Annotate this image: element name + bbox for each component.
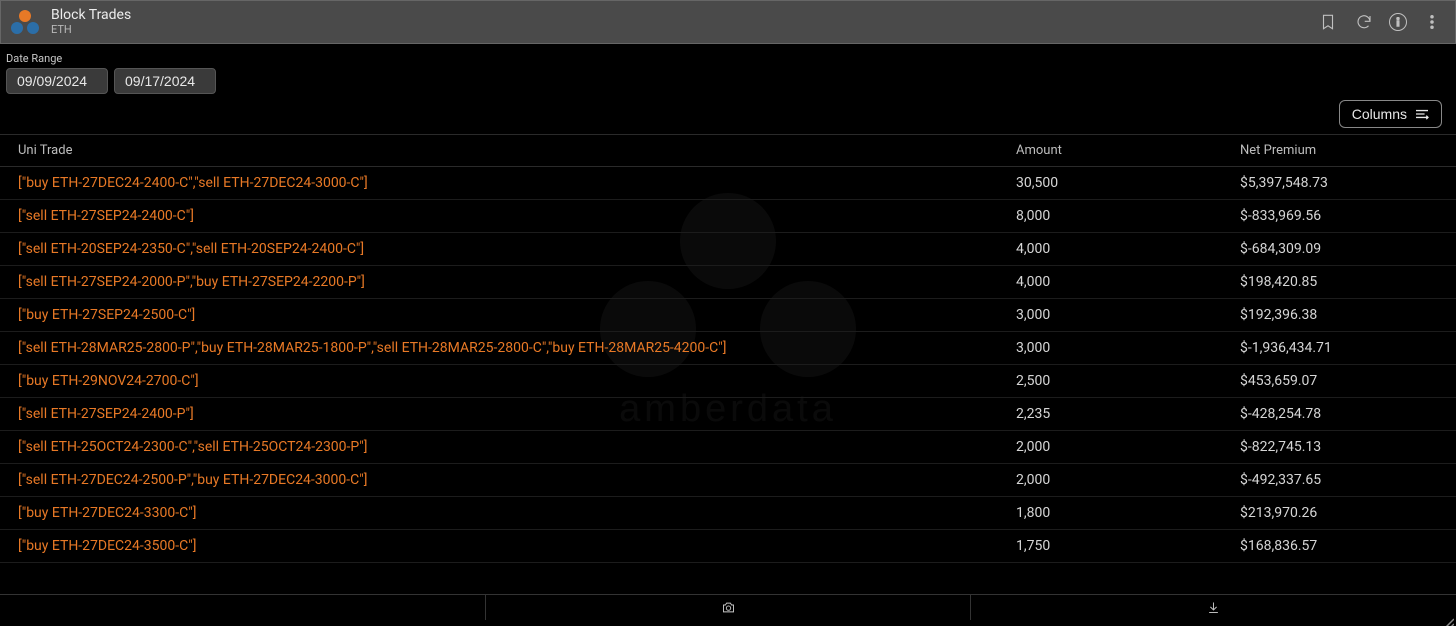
cell-uni-trade: ["sell ETH-27SEP24-2000-P","buy ETH-27SE…	[18, 274, 1016, 290]
cell-uni-trade: ["buy ETH-29NOV24-2700-C"]	[18, 373, 1016, 389]
cell-amount: 3,000	[1016, 340, 1240, 356]
bookmark-icon[interactable]	[1317, 11, 1339, 33]
cell-amount: 2,235	[1016, 406, 1240, 422]
header-bar: Block Trades ETH	[0, 0, 1456, 44]
cell-net-premium: $213,970.26	[1240, 505, 1438, 521]
trades-table: Uni Trade Amount Net Premium ["buy ETH-2…	[0, 134, 1456, 563]
cell-uni-trade: ["buy ETH-27DEC24-3300-C"]	[18, 505, 1016, 521]
cell-net-premium: $-684,309.09	[1240, 241, 1438, 257]
page-subtitle: ETH	[51, 24, 131, 36]
refresh-icon[interactable]	[1353, 11, 1375, 33]
cell-uni-trade: ["sell ETH-28MAR25-2800-P","buy ETH-28MA…	[18, 340, 1016, 356]
download-icon	[1206, 600, 1221, 615]
col-header-amount[interactable]: Amount	[1016, 143, 1240, 158]
cell-net-premium: $192,396.38	[1240, 307, 1438, 323]
date-range-label: Date Range	[6, 52, 1450, 65]
cell-net-premium: $-1,936,434.71	[1240, 340, 1438, 356]
columns-button-label: Columns	[1352, 106, 1407, 122]
cell-amount: 2,000	[1016, 439, 1240, 455]
cell-net-premium: $-833,969.56	[1240, 208, 1438, 224]
cell-amount: 8,000	[1016, 208, 1240, 224]
col-header-net-premium[interactable]: Net Premium	[1240, 143, 1438, 158]
cell-uni-trade: ["sell ETH-27DEC24-2500-P","buy ETH-27DE…	[18, 472, 1016, 488]
camera-icon	[721, 600, 736, 615]
table-header-row: Uni Trade Amount Net Premium	[0, 134, 1456, 167]
cell-uni-trade: ["buy ETH-27DEC24-2400-C","sell ETH-27DE…	[18, 175, 1016, 191]
columns-button[interactable]: Columns	[1339, 100, 1442, 128]
page-title: Block Trades	[51, 8, 131, 23]
cell-net-premium: $198,420.85	[1240, 274, 1438, 290]
table-row[interactable]: ["sell ETH-25OCT24-2300-C","sell ETH-25O…	[0, 431, 1456, 464]
download-button[interactable]	[971, 595, 1456, 620]
bottom-toolbar	[0, 594, 1456, 620]
cell-net-premium: $168,836.57	[1240, 538, 1438, 554]
col-header-uni-trade[interactable]: Uni Trade	[18, 143, 1016, 158]
table-row[interactable]: ["buy ETH-29NOV24-2700-C"]2,500$453,659.…	[0, 365, 1456, 398]
cell-amount: 1,800	[1016, 505, 1240, 521]
cell-net-premium: $-822,745.13	[1240, 439, 1438, 455]
cell-amount: 30,500	[1016, 175, 1240, 191]
cell-net-premium: $-492,337.65	[1240, 472, 1438, 488]
cell-amount: 4,000	[1016, 241, 1240, 257]
date-from-input[interactable]	[6, 68, 108, 94]
table-row[interactable]: ["buy ETH-27DEC24-3300-C"]1,800$213,970.…	[0, 497, 1456, 530]
cell-uni-trade: ["sell ETH-25OCT24-2300-C","sell ETH-25O…	[18, 439, 1016, 455]
table-row[interactable]: ["sell ETH-28MAR25-2800-P","buy ETH-28MA…	[0, 332, 1456, 365]
date-to-input[interactable]	[114, 68, 216, 94]
cell-uni-trade: ["sell ETH-27SEP24-2400-C"]	[18, 208, 1016, 224]
cell-net-premium: $453,659.07	[1240, 373, 1438, 389]
bottom-seg-blank[interactable]	[0, 595, 486, 620]
filter-row: Date Range	[0, 44, 1456, 100]
cell-amount: 1,750	[1016, 538, 1240, 554]
table-row[interactable]: ["sell ETH-20SEP24-2350-C","sell ETH-20S…	[0, 233, 1456, 266]
columns-icon	[1415, 108, 1429, 120]
table-row[interactable]: ["sell ETH-27SEP24-2400-C"]8,000$-833,96…	[0, 200, 1456, 233]
resize-handle-icon[interactable]	[1442, 614, 1454, 626]
table-row[interactable]: ["buy ETH-27SEP24-2500-C"]3,000$192,396.…	[0, 299, 1456, 332]
more-menu-icon[interactable]	[1421, 11, 1443, 33]
cell-uni-trade: ["buy ETH-27SEP24-2500-C"]	[18, 307, 1016, 323]
cell-net-premium: $-428,254.78	[1240, 406, 1438, 422]
cell-net-premium: $5,397,548.73	[1240, 175, 1438, 191]
cell-uni-trade: ["buy ETH-27DEC24-3500-C"]	[18, 538, 1016, 554]
table-row[interactable]: ["sell ETH-27SEP24-2000-P","buy ETH-27SE…	[0, 266, 1456, 299]
app-logo	[7, 7, 43, 37]
table-row[interactable]: ["buy ETH-27DEC24-3500-C"]1,750$168,836.…	[0, 530, 1456, 563]
cell-amount: 2,000	[1016, 472, 1240, 488]
cell-uni-trade: ["sell ETH-20SEP24-2350-C","sell ETH-20S…	[18, 241, 1016, 257]
cell-amount: 3,000	[1016, 307, 1240, 323]
cell-amount: 4,000	[1016, 274, 1240, 290]
table-row[interactable]: ["sell ETH-27SEP24-2400-P"]2,235$-428,25…	[0, 398, 1456, 431]
info-icon[interactable]	[1389, 13, 1407, 31]
table-row[interactable]: ["sell ETH-27DEC24-2500-P","buy ETH-27DE…	[0, 464, 1456, 497]
cell-uni-trade: ["sell ETH-27SEP24-2400-P"]	[18, 406, 1016, 422]
table-row[interactable]: ["buy ETH-27DEC24-2400-C","sell ETH-27DE…	[0, 167, 1456, 200]
cell-amount: 2,500	[1016, 373, 1240, 389]
screenshot-button[interactable]	[486, 595, 972, 620]
